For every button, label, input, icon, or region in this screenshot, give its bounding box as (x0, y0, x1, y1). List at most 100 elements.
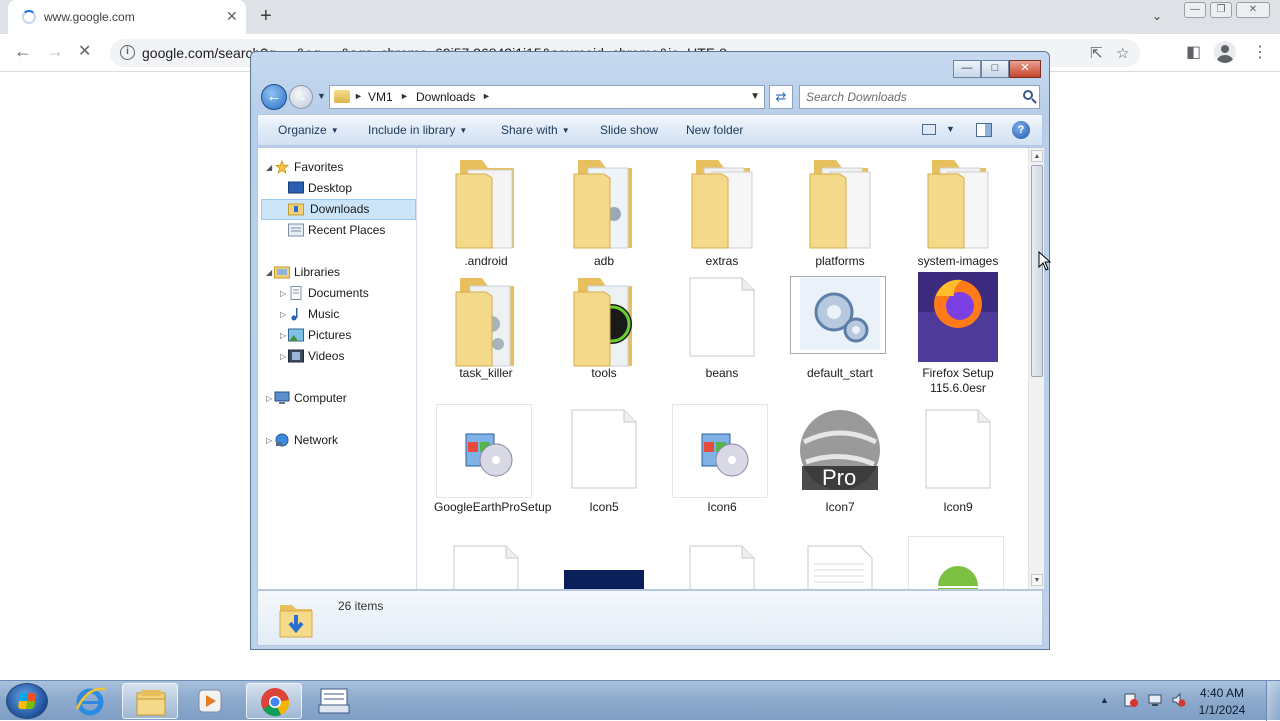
change-view-icon[interactable] (922, 124, 936, 135)
blank-file-icon (925, 409, 991, 489)
installer-disc-icon (701, 433, 749, 477)
back-button[interactable]: ← (261, 84, 287, 110)
text-file-icon (807, 545, 873, 589)
search-box (799, 85, 1040, 109)
file-list: .android adb extras platforms system-ima… (418, 148, 1026, 589)
vertical-scrollbar[interactable]: ▲ ▼ (1028, 148, 1044, 589)
address-dropdown-icon[interactable]: ▼ (750, 91, 760, 102)
start-button[interactable] (6, 683, 48, 719)
scroll-down-arrow-icon[interactable]: ▼ (1031, 574, 1043, 586)
forward-button[interactable]: → (289, 85, 313, 109)
nav-pictures[interactable]: Pictures (286, 326, 412, 345)
slide-show-button[interactable]: Slide show (600, 123, 658, 137)
explorer-content: ◢ Favorites Desktop Downloads Recent Pla… (257, 147, 1044, 590)
nav-videos[interactable]: Videos (286, 347, 412, 366)
details-pane: 26 items (257, 590, 1043, 646)
refresh-button[interactable]: ⇄ (769, 85, 793, 109)
organize-button[interactable]: Organize ▼ (278, 123, 339, 137)
explorer-address-bar[interactable]: ► VM1 ► Downloads ► ▼ (329, 85, 765, 109)
breadcrumb-arrow-icon[interactable]: ► (400, 91, 409, 101)
breadcrumb-downloads[interactable]: Downloads (416, 90, 475, 104)
blank-file-icon (689, 277, 755, 357)
network-tray-icon[interactable] (1148, 693, 1162, 707)
back-arrow-icon[interactable]: ← (14, 41, 32, 62)
taskbar-chrome[interactable] (246, 683, 302, 719)
clock-time[interactable]: 4:40 AM (1192, 686, 1252, 700)
music-icon (291, 308, 298, 321)
nav-computer[interactable]: Computer (272, 389, 412, 408)
maximize-button[interactable]: □ (981, 60, 1009, 78)
menu-kebab-icon[interactable]: ⋮ (1252, 42, 1268, 62)
browser-minimize-button[interactable]: — (1184, 2, 1206, 18)
browser-tab[interactable]: www.google.com ✕ (8, 0, 246, 34)
clock-date[interactable]: 1/1/2024 (1192, 703, 1252, 717)
close-button[interactable]: ✕ (1009, 60, 1041, 78)
share-icon[interactable]: ⇱ (1090, 44, 1103, 62)
breadcrumb-arrow-icon[interactable]: ► (482, 91, 491, 101)
recent-pages-dropdown-icon[interactable]: ▼ (317, 91, 326, 101)
file-name: beans (705, 366, 739, 380)
search-input[interactable] (806, 89, 1016, 105)
breadcrumb-arrow-icon[interactable]: ► (354, 91, 363, 101)
taskbar-windows-explorer[interactable] (122, 683, 178, 719)
media-player-icon (198, 689, 222, 713)
folder-icon (334, 90, 350, 103)
browser-restore-button[interactable]: ❐ (1210, 2, 1232, 18)
videos-icon (288, 349, 304, 363)
new-tab-button[interactable]: + (260, 5, 272, 28)
nav-desktop[interactable]: Desktop (286, 179, 412, 198)
item-count: 26 items (338, 599, 384, 613)
include-in-library-button[interactable]: Include in library ▼ (368, 123, 467, 137)
scroll-thumb[interactable] (1031, 165, 1043, 377)
nav-recent-places[interactable]: Recent Places (286, 221, 412, 240)
pro-badge: Pro (822, 465, 857, 490)
show-desktop-button[interactable] (1266, 681, 1280, 721)
browser-close-button[interactable]: ✕ (1236, 2, 1270, 18)
site-info-icon[interactable]: i (120, 45, 135, 60)
nav-downloads[interactable]: Downloads (261, 199, 416, 220)
blank-file-icon (571, 409, 637, 489)
file-name: task_killer (459, 366, 513, 380)
tab-close-icon[interactable]: ✕ (226, 8, 238, 25)
taskbar-media-player[interactable] (182, 683, 238, 719)
nav-libraries[interactable]: Libraries (272, 263, 412, 282)
nav-music[interactable]: Music (286, 305, 412, 324)
tab-search-chevron-icon[interactable]: ⌄ (1152, 9, 1162, 23)
computer-icon (274, 391, 290, 404)
nav-documents[interactable]: Documents (286, 284, 412, 303)
blank-file-icon (453, 545, 519, 589)
bookmark-star-icon[interactable]: ☆ (1116, 44, 1129, 62)
organize-label: Organize (278, 123, 327, 137)
navigation-pane: ◢ Favorites Desktop Downloads Recent Pla… (258, 148, 417, 589)
downloads-folder-icon (279, 605, 313, 638)
action-center-warning-icon[interactable] (1124, 693, 1138, 707)
side-panel-icon[interactable]: ◧ (1186, 42, 1201, 62)
star-icon (274, 160, 290, 174)
taskbar-internet-explorer[interactable] (62, 683, 118, 719)
show-hidden-icons-icon[interactable]: ▲ (1100, 695, 1114, 709)
taskbar-on-screen-keyboard[interactable] (306, 683, 362, 719)
stop-loading-icon[interactable]: ✕ (78, 41, 91, 61)
preview-pane-icon[interactable] (976, 123, 992, 137)
file-name: extras (705, 254, 739, 268)
scroll-up-arrow-icon[interactable]: ▲ (1031, 150, 1043, 162)
volume-muted-icon[interactable] (1172, 693, 1186, 707)
nav-network[interactable]: Network (272, 431, 412, 450)
installer-disc-icon (465, 433, 513, 477)
profile-avatar-icon[interactable] (1214, 41, 1236, 63)
gears-icon (800, 278, 880, 350)
keyboard-icon (318, 688, 350, 714)
firefox-icon (918, 272, 998, 362)
downloads-folder-icon (288, 203, 304, 216)
help-icon[interactable]: ? (1012, 121, 1030, 139)
view-options-caret-icon[interactable]: ▼ (946, 124, 955, 134)
network-icon (275, 433, 289, 447)
minimize-button[interactable]: — (953, 60, 981, 78)
dropdown-caret-icon: ▼ (561, 126, 570, 135)
new-folder-button[interactable]: New folder (686, 123, 743, 137)
share-with-button[interactable]: Share with ▼ (501, 123, 570, 137)
search-icon[interactable] (1023, 90, 1033, 100)
forward-arrow-icon[interactable]: → (46, 41, 64, 62)
breadcrumb-vm1[interactable]: VM1 (368, 90, 393, 104)
nav-favorites[interactable]: Favorites (272, 158, 412, 177)
